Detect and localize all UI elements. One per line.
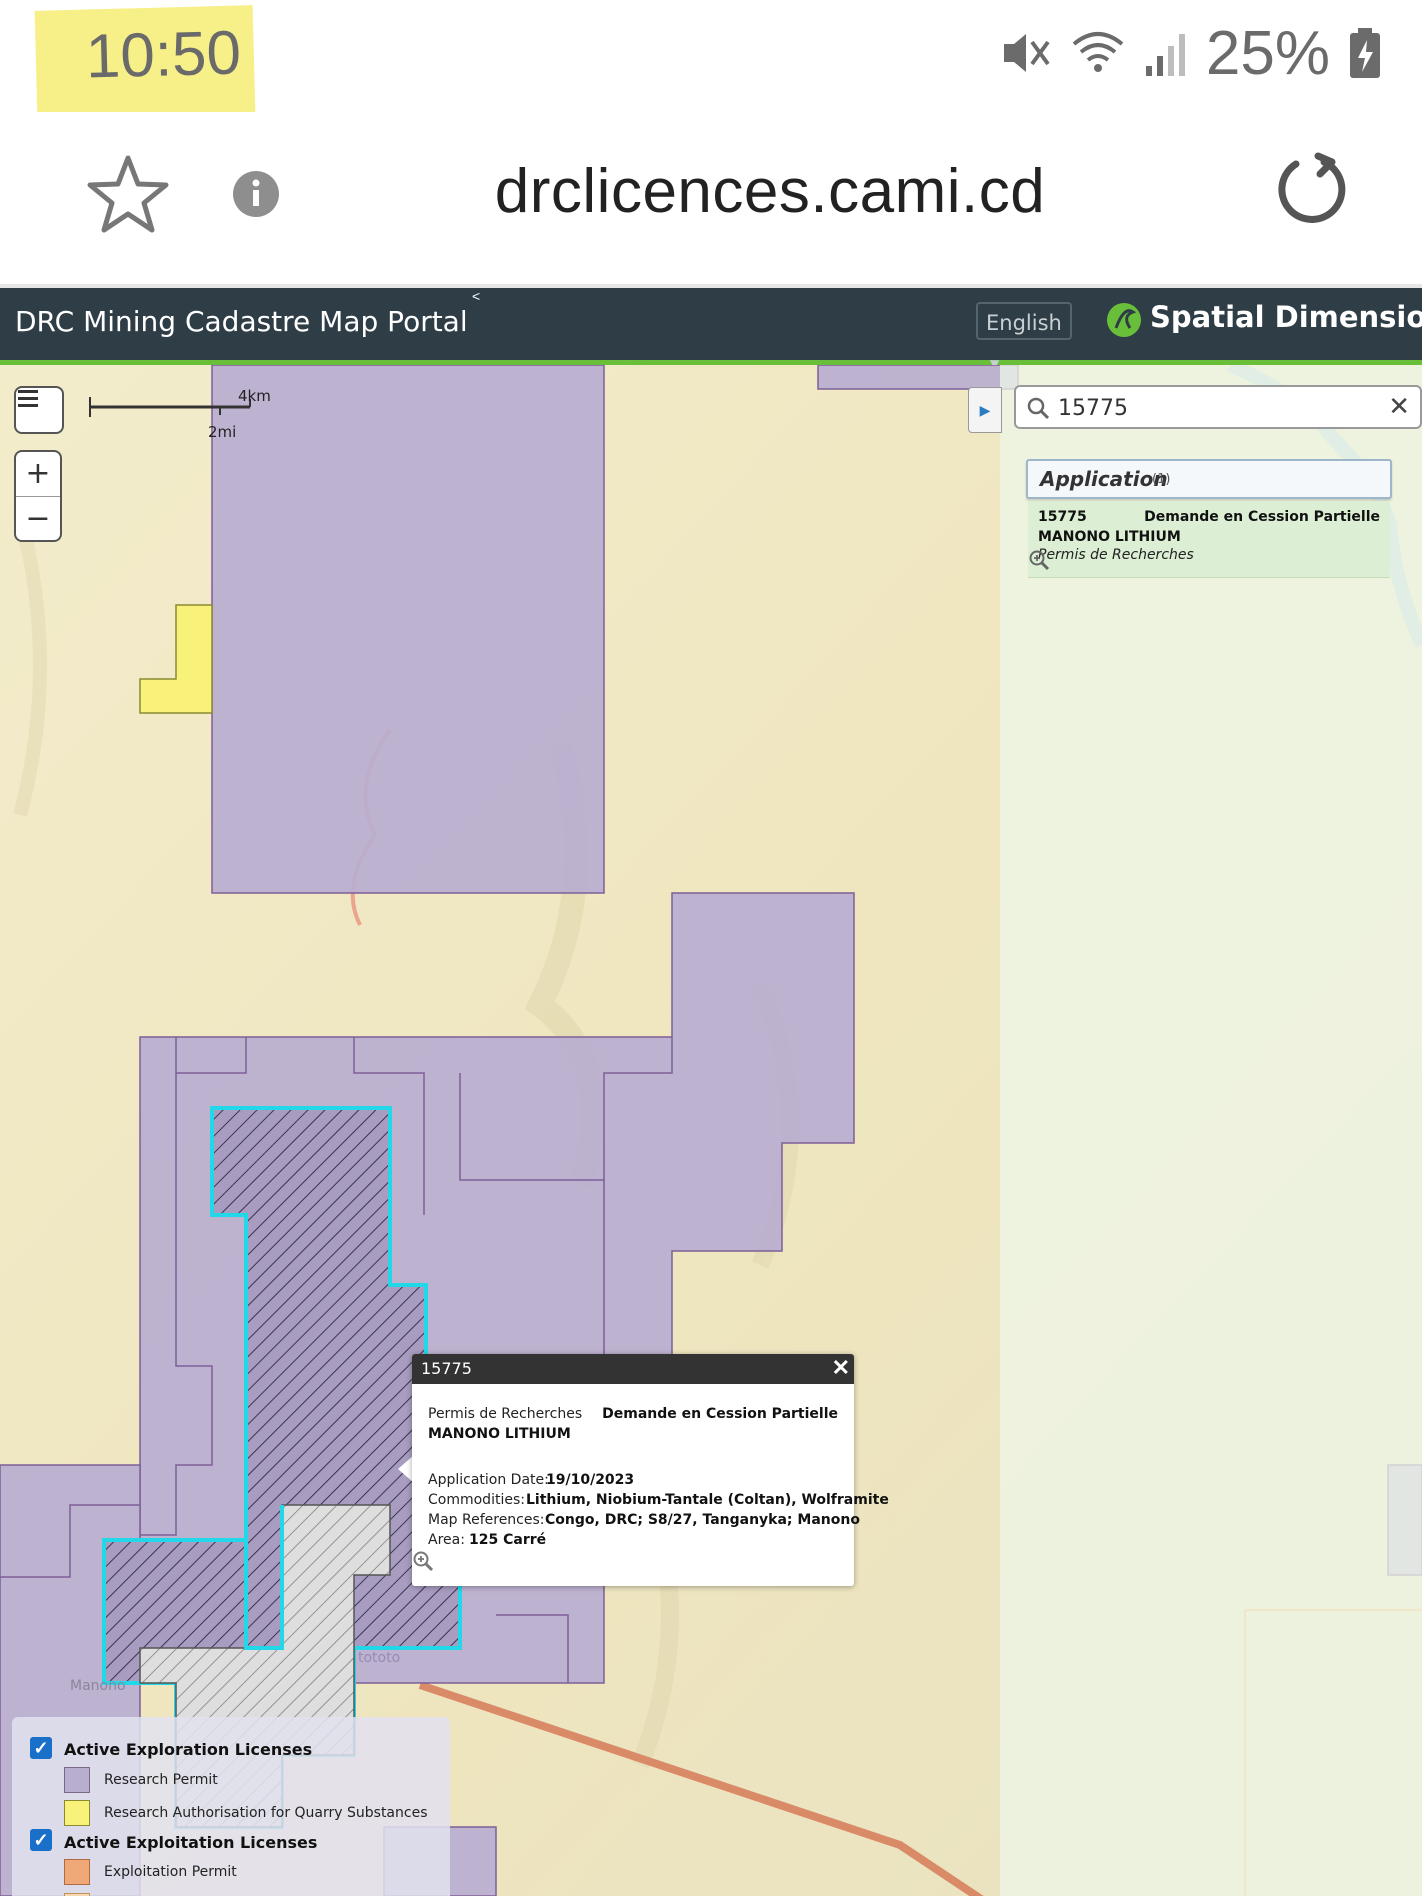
popup-type: Demande en Cession Partielle [602, 1406, 838, 1422]
popup-mapref-value: Congo, DRC; S8/27, Tanganyka; Manono [545, 1512, 860, 1528]
search-box[interactable]: ✕ [1014, 385, 1422, 429]
spatial-dimension-logo-icon [1107, 303, 1141, 337]
popup-commodities-label: Commodities: [428, 1492, 525, 1508]
search-icon [1027, 397, 1050, 420]
feature-popup: 15775 ✕ Permis de Recherches Demande en … [412, 1354, 889, 1586]
popup-close-icon[interactable]: ✕ [832, 1355, 850, 1381]
popup-date-value: 19/10/2023 [546, 1472, 635, 1488]
popup-company: MANONO LITHIUM [428, 1426, 571, 1442]
zoom-control: + − [14, 450, 62, 542]
result-company: MANONO LITHIUM [1038, 529, 1181, 545]
panel-toggle-button[interactable]: ▶ [968, 387, 1002, 433]
browser-url-bar: drclicences.cami.cd [0, 112, 1422, 288]
status-time: 10:50 [84, 18, 242, 92]
result-item[interactable]: 15775 Demande en Cession Partielle MANON… [1028, 501, 1390, 578]
map-legend: ✓ Active Exploration Licenses Research P… [12, 1717, 450, 1896]
vibrate-mute-icon [1003, 34, 1050, 72]
hamburger-icon [18, 390, 38, 407]
collapse-caret[interactable]: < [472, 288, 480, 304]
legend-item-quarry: Research Authorisation for Quarry Substa… [104, 1805, 428, 1821]
results-panel [1000, 365, 1422, 1896]
time-highlight: 10:50 [34, 5, 256, 119]
status-bar: 10:50 25% [0, 0, 1422, 119]
battery-percent: 25% [1205, 18, 1330, 88]
place-label-tototo: tototo [358, 1650, 400, 1666]
results-group-header[interactable]: Application (1) [1026, 459, 1392, 499]
language-label: English [986, 311, 1062, 335]
result-id: 15775 [1038, 509, 1087, 525]
battery-charging-icon [1350, 28, 1380, 78]
popup-date-label: Application Date: [428, 1472, 549, 1488]
exploration-licenses-checkbox[interactable]: ✓ [30, 1737, 52, 1759]
popup-commodities-value: Lithium, Niobium-Tantale (Coltan), Wolfr… [526, 1492, 889, 1508]
brand-name: Spatial Dimension [1150, 300, 1422, 334]
scale-mi-label: 2mi [208, 423, 237, 441]
popup-mapref-label: Map References: [428, 1512, 545, 1528]
clear-search-icon[interactable]: ✕ [1388, 391, 1410, 422]
layers-menu-button[interactable] [14, 386, 64, 434]
language-dropdown[interactable]: English ▼ [976, 302, 1072, 371]
app-header-bar: DRC Mining Cadastre Map Portal < English… [0, 288, 1422, 371]
legend-item-research-permit: Research Permit [104, 1772, 218, 1788]
popup-title: 15775 [421, 1359, 472, 1378]
legend-group1-label: Active Exploration Licenses [64, 1740, 313, 1759]
scale-bar: 4km 2mi [86, 387, 271, 441]
map-view[interactable]: Manono tototo + − 4km 2mi ▶ ✕ [0, 365, 1422, 1896]
popup-area-label: Area: [428, 1532, 465, 1548]
results-count: (1) [1152, 472, 1171, 487]
result-type: Demande en Cession Partielle [1144, 509, 1380, 525]
exploitation-licenses-checkbox[interactable]: ✓ [30, 1829, 52, 1851]
zoom-to-feature-icon[interactable] [412, 1550, 434, 1572]
legend-item-exploitation: Exploitation Permit [104, 1864, 237, 1880]
result-permit: Permis de Recherches [1038, 547, 1194, 563]
scale-km-label: 4km [238, 387, 271, 405]
exploitation-permit-swatch [64, 1859, 90, 1885]
search-input[interactable] [1056, 391, 1380, 425]
url-text[interactable]: drclicences.cami.cd [0, 156, 1422, 227]
popup-header: 15775 ✕ [412, 1354, 854, 1384]
place-label-manono: Manono [70, 1678, 126, 1694]
results-group-title: Application [1040, 467, 1168, 491]
portal-title: DRC Mining Cadastre Map Portal [15, 305, 468, 338]
wifi-icon [1072, 32, 1124, 72]
popup-area-value: 125 Carré [469, 1532, 547, 1548]
popup-permit: Permis de Recherches [428, 1406, 583, 1422]
zoom-in-button[interactable]: + [16, 452, 60, 497]
zoom-to-result-icon[interactable] [1028, 549, 1050, 571]
zoom-out-button[interactable]: − [16, 497, 60, 541]
status-icons: 25% [1000, 18, 1382, 88]
quarry-swatch [64, 1800, 90, 1826]
legend-group2-label: Active Exploitation Licenses [64, 1833, 318, 1852]
reload-icon[interactable] [1274, 152, 1350, 228]
signal-icon [1145, 34, 1185, 76]
research-permit-swatch [64, 1767, 90, 1793]
